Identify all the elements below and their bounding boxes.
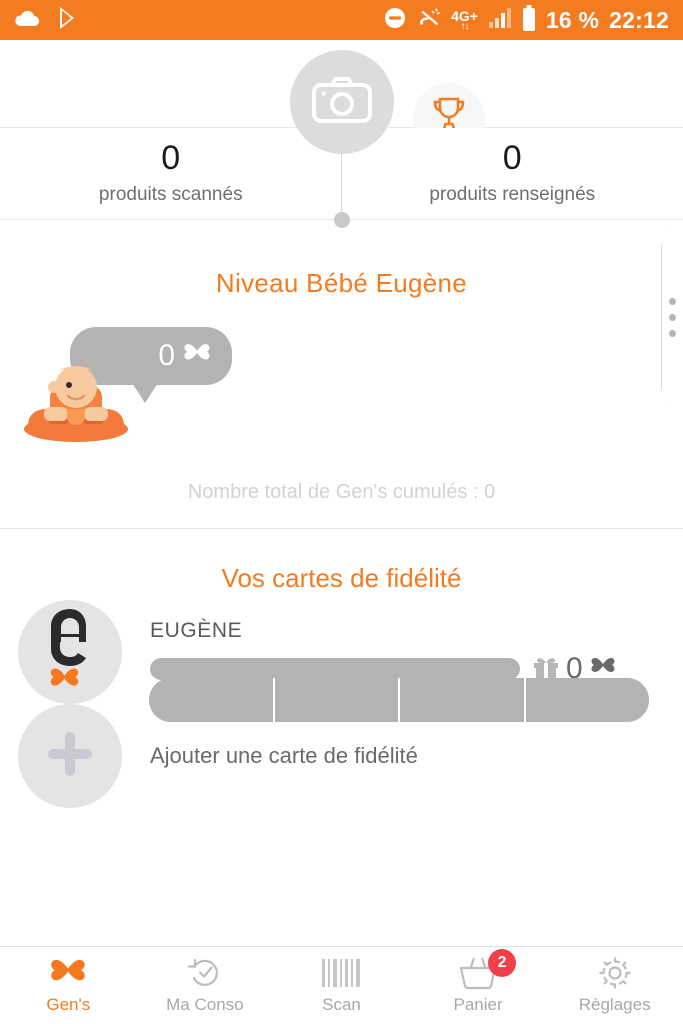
timeline-dot [333,212,350,228]
card-name: EUGÈNE [150,618,243,642]
status-bar-left [14,6,80,35]
stat-produits-renseignes[interactable]: 0 produits renseignés [342,128,683,219]
eugene-logo-icon [39,607,101,698]
fidelity-title: Vos cartes de fidélité [221,563,462,593]
level-segment [274,678,400,722]
stat-label: produits scannés [98,184,243,205]
add-card-label: Ajouter une carte de fidélité [150,743,418,768]
nav-item-gens[interactable]: Gen's [0,947,137,1024]
google-play-icon [58,6,80,35]
nav-item-panier[interactable]: 2 Panier [410,947,547,1024]
signal-bars-icon [488,7,512,34]
level-segment [149,678,275,722]
stat-produits-scannes[interactable]: 0 produits scannés [0,128,342,219]
fidelity-section: Vos cartes de fidélité EUGÈNE 0 Ajouter … [0,529,683,808]
camera-button[interactable] [289,50,394,154]
add-card-avatar [18,704,122,808]
status-bar-right: 4G+ ↑↓ 16 % 22:12 [383,4,669,36]
level-section: Niveau Bébé Eugène 0 Nombre total de Gen… [0,220,683,722]
nav-label: Règlages [578,995,651,1014]
camera-icon [311,75,373,130]
do-not-disturb-icon [383,6,407,35]
nav-label: Panier [453,995,503,1014]
battery-icon [522,4,536,36]
level-segment [400,678,526,722]
card-avatar [18,600,122,704]
status-bar: 4G+ ↑↓ 16 % 22:12 [0,0,683,40]
nav-label: Scan [322,995,361,1014]
nav-item-scan[interactable]: Scan [273,947,410,1024]
nav-item-reglages[interactable]: Règlages [546,947,683,1024]
stat-value: 0 [502,139,522,177]
nav-label: Ma Conso [166,995,244,1014]
nav-label: Gen's [46,995,91,1014]
call-muted-icon [417,6,441,35]
barcode-icon [320,956,362,990]
plus-icon [42,726,98,787]
gens-bowtie-icon [182,342,212,371]
stat-value: 0 [161,139,181,177]
add-card-main: Ajouter une carte de fidélité [122,743,683,769]
clock: 22:12 [609,6,669,33]
gens-bowtie-icon [47,956,89,990]
card-progress-bar [150,658,520,680]
panier-badge: 2 [488,949,517,977]
nav-item-ma-conso[interactable]: Ma Conso [137,947,274,1024]
card-main: EUGÈNE 0 [122,619,683,686]
level-segment [525,678,649,722]
network-4gplus-icon: 4G+ ↑↓ [451,9,478,32]
dot-icon [669,313,676,321]
bottom-navigation: Gen's Ma Conso Scan 2 Panier Règlages [0,946,683,1024]
header [0,40,683,155]
stat-label: produits renseignés [429,184,596,205]
dot-icon [669,297,676,305]
level-segment-bar [149,678,649,722]
baby-avatar-icon [20,363,130,442]
cloud-icon [14,9,40,32]
basket-icon: 2 [456,949,517,990]
level-title: Niveau Bébé Eugène [215,268,468,298]
battery-percent: 16 % [545,6,600,33]
level-progress-area: 0 [0,321,683,471]
bubble-value: 0 [158,339,175,372]
network-arrows: ↑↓ [460,20,470,32]
history-check-icon [186,956,224,990]
gear-icon [596,956,634,990]
cumul-total-text: Nombre total de Gen's cumulés : 0 [187,481,496,503]
